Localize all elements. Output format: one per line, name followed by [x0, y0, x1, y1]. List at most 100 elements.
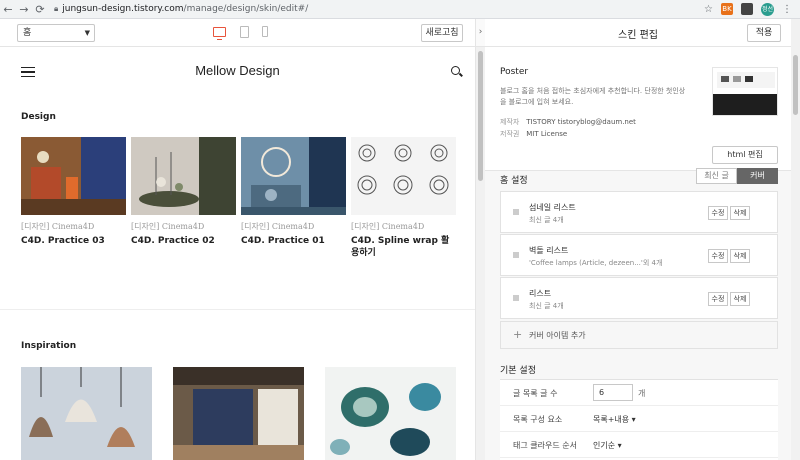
inspiration-image[interactable]	[325, 367, 456, 460]
address-bar[interactable]: 🔒︎ jungsun-design.tistory.com /manage/de…	[54, 4, 704, 14]
panel-header: 스킨 편집 적용	[485, 19, 791, 47]
cover-item-title: 벽돌 리스트	[529, 246, 569, 255]
page-select[interactable]: 홈 ▼	[17, 24, 95, 42]
setting-row: 목록 구성 요소 목록+내용 ▾	[500, 406, 778, 432]
browser-toolbar: ← → ⟳ 🔒︎ jungsun-design.tistory.com /man…	[0, 0, 800, 19]
forward-icon[interactable]: →	[16, 3, 32, 16]
cover-item[interactable]: 리스트 최신 글 4개 수정 삭제	[500, 277, 778, 319]
post-thumbnail[interactable]	[241, 137, 346, 215]
maker-value: TISTORY tistoryblog@daum.net	[526, 118, 636, 126]
drag-handle-icon[interactable]	[513, 209, 519, 215]
cover-item[interactable]: 벽돌 리스트 'Coffee lamps (Article, dezeen...…	[500, 234, 778, 276]
inspiration-image[interactable]	[173, 367, 304, 460]
search-icon[interactable]	[451, 66, 460, 75]
extension-icon[interactable]: BK	[721, 3, 733, 15]
preview-scrollbar[interactable]	[475, 47, 485, 460]
home-mode-recent-button[interactable]: 최신 글	[696, 168, 737, 184]
skin-maker: 제작자 TISTORY tistoryblog@daum.net	[500, 117, 636, 127]
tag-cloud-order-select[interactable]: 인기순 ▾	[593, 440, 622, 451]
url-domain: jungsun-design.tistory.com	[62, 4, 184, 14]
back-icon[interactable]: ←	[0, 3, 16, 16]
post-category: [디자인] Cinema4D	[131, 222, 205, 231]
drag-handle-icon[interactable]	[513, 295, 519, 301]
url-path: /manage/design/skin/edit#/	[183, 4, 309, 14]
post-title[interactable]: C4D. Practice 02	[131, 235, 236, 247]
collapse-panel-icon[interactable]: ›	[475, 19, 485, 47]
skin-license: 저작권 MIT License	[500, 129, 567, 139]
lock-icon: 🔒︎	[54, 4, 59, 13]
edit-button[interactable]: 수정	[708, 292, 728, 306]
post-category: [디자인] Cinema4D	[241, 222, 315, 231]
section-divider	[0, 309, 475, 310]
edit-button[interactable]: 수정	[708, 206, 728, 220]
cover-item-sub: 최신 글 4개	[529, 302, 564, 310]
scrollbar-thumb[interactable]	[478, 51, 483, 181]
refresh-button[interactable]: 새로고침	[421, 24, 463, 42]
skin-description: 블로그 홈을 처음 접하는 초심자에게 추천합니다. 단정한 첫인상을 블로그에…	[500, 87, 686, 106]
basic-settings: 글 목록 글 수 6 개 목록 구성 요소 목록+내용 ▾ 태그 클라우드 순서…	[500, 379, 778, 460]
extension-icon-2[interactable]	[741, 3, 753, 15]
page-select-value: 홈	[23, 28, 32, 38]
post-title[interactable]: C4D. Practice 03	[21, 235, 126, 247]
drag-handle-icon[interactable]	[513, 252, 519, 258]
post-title[interactable]: C4D. Spline wrap 활용하기	[351, 235, 456, 259]
setting-key: 태그 클라우드 순서	[513, 441, 577, 450]
panel-scrollbar[interactable]	[791, 19, 800, 460]
basic-settings-label: 기본 설정	[500, 366, 536, 376]
skin-name: Poster	[500, 67, 529, 77]
post-thumbnail[interactable]	[131, 137, 236, 215]
menu-kebab-icon[interactable]: ⋮	[782, 4, 792, 15]
add-cover-item-button[interactable]: + 커버 아이템 추가	[500, 321, 778, 349]
license-key: 저작권	[500, 130, 520, 138]
post-thumbnail[interactable]	[351, 137, 456, 215]
cover-item-sub: 최신 글 4개	[529, 216, 564, 224]
mobile-view-icon[interactable]	[262, 26, 268, 37]
post-category: [디자인] Cinema4D	[351, 222, 425, 231]
inspiration-image[interactable]	[21, 367, 152, 460]
section-title-inspiration: Inspiration	[21, 341, 77, 351]
tablet-view-icon[interactable]	[240, 26, 249, 38]
plus-icon: +	[513, 328, 523, 341]
post-title[interactable]: C4D. Practice 01	[241, 235, 346, 247]
apply-button[interactable]: 적용	[747, 24, 781, 42]
cover-item[interactable]: 섬네일 리스트 최신 글 4개 수정 삭제	[500, 191, 778, 233]
list-component-select[interactable]: 목록+내용 ▾	[593, 414, 636, 425]
license-value: MIT License	[526, 130, 568, 138]
edit-button[interactable]: 수정	[708, 249, 728, 263]
panel-title: 스킨 편집	[618, 30, 658, 41]
cover-item-sub: 'Coffee lamps (Article, dezeen...'외 4개	[529, 259, 663, 267]
delete-button[interactable]: 삭제	[730, 292, 750, 306]
maker-key: 제작자	[500, 118, 520, 126]
setting-row: 글 목록 글 수 6 개	[500, 380, 778, 406]
profile-avatar[interactable]: 정선	[761, 2, 774, 16]
post-card[interactable]: [디자인] Cinema4D C4D. Practice 01	[241, 137, 346, 247]
blog-title[interactable]: Mellow Design	[0, 63, 475, 78]
post-card[interactable]: [디자인] Cinema4D C4D. Spline wrap 활용하기	[351, 137, 456, 259]
chevron-down-icon: ▼	[84, 29, 90, 37]
delete-button[interactable]: 삭제	[730, 249, 750, 263]
cover-item-title: 섬네일 리스트	[529, 203, 576, 212]
skin-preview-thumbnail	[712, 67, 778, 116]
delete-button[interactable]: 삭제	[730, 206, 750, 220]
section-title-design: Design	[21, 112, 56, 122]
skin-edit-panel: 스킨 편집 적용 Poster 블로그 홈을 처음 접하는 초심자에게 추천합니…	[485, 19, 791, 460]
skin-info: Poster 블로그 홈을 처음 접하는 초심자에게 추천합니다. 단정한 첫인…	[485, 47, 791, 171]
cover-item-title: 리스트	[529, 289, 552, 298]
post-count-input[interactable]: 6	[593, 384, 633, 401]
setting-row: 태그 클라우드 순서 인기순 ▾	[500, 432, 778, 458]
setting-key: 목록 구성 요소	[513, 415, 563, 424]
add-cover-item-label: 커버 아이템 추가	[529, 331, 586, 340]
post-thumbnail[interactable]	[21, 137, 126, 215]
scrollbar-thumb[interactable]	[793, 55, 798, 115]
post-card[interactable]: [디자인] Cinema4D C4D. Practice 02	[131, 137, 236, 247]
preview-toolbar: 홈 ▼ 새로고침	[0, 19, 475, 47]
bookmark-star-icon[interactable]: ☆	[704, 4, 713, 15]
blog-preview: Mellow Design Design [디자인] Cinema4D C4D.…	[0, 47, 475, 460]
setting-unit: 개	[638, 389, 646, 398]
html-edit-button[interactable]: html 편집	[712, 146, 778, 164]
home-mode-cover-button[interactable]: 커버	[737, 168, 778, 184]
reload-icon[interactable]: ⟳	[32, 3, 48, 16]
post-category: [디자인] Cinema4D	[21, 222, 95, 231]
post-card[interactable]: [디자인] Cinema4D C4D. Practice 03	[21, 137, 126, 247]
desktop-view-icon[interactable]	[213, 27, 226, 40]
